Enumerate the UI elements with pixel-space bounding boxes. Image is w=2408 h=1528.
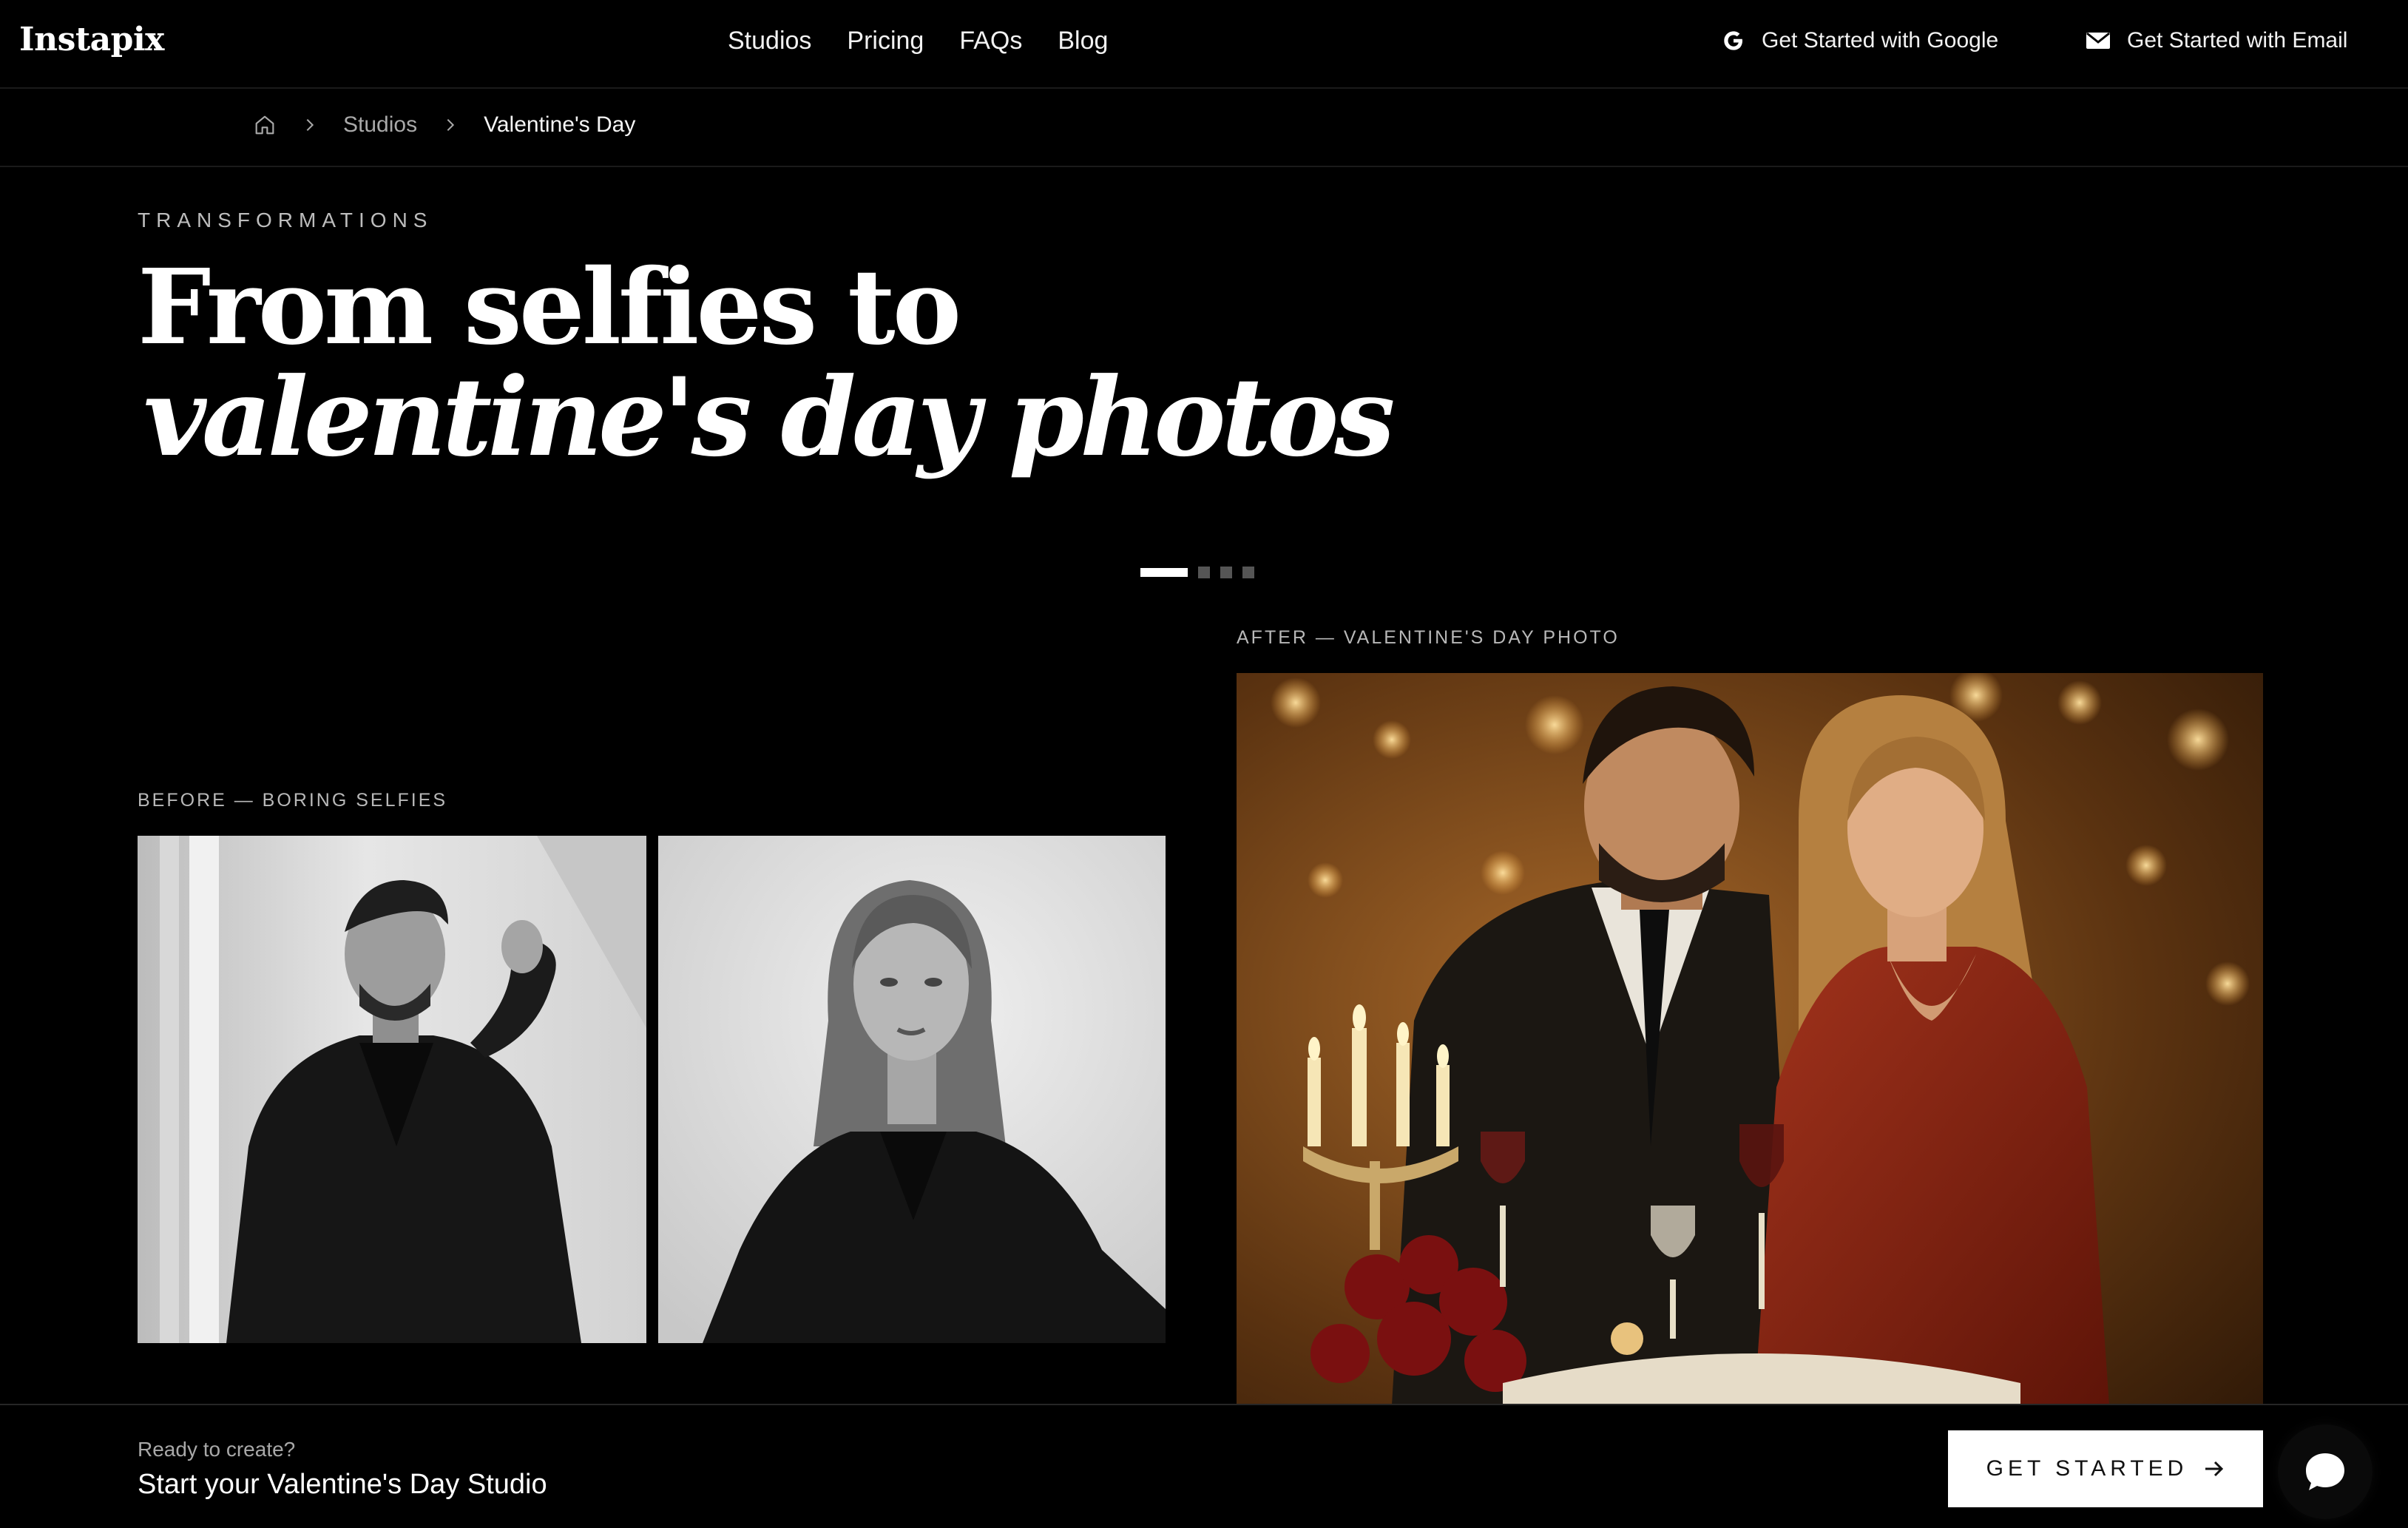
mail-icon: [2086, 32, 2110, 49]
after-photo-couple: [1237, 673, 2263, 1405]
email-cta-label: Get Started with Email: [2127, 28, 2348, 53]
breadcrumb: Studios Valentine's Day: [0, 90, 2408, 167]
brand-logo[interactable]: Instapix: [19, 21, 164, 58]
top-navbar: Instapix Studios Pricing FAQs Blog Get S…: [0, 0, 2408, 89]
hero-heading-line1: From selfies to: [138, 247, 961, 368]
before-photo-man: [138, 836, 646, 1343]
hero-heading: From selfies to valentine's day photos: [138, 247, 1396, 481]
nav-pricing[interactable]: Pricing: [847, 27, 924, 55]
get-started-email-link[interactable]: Get Started with Email: [2086, 28, 2347, 53]
carousel-dot-4[interactable]: [1242, 567, 1254, 578]
before-photo-woman: [658, 836, 1166, 1343]
get-started-button[interactable]: GET STARTED: [1948, 1430, 2263, 1507]
chevron-right-icon: [306, 118, 314, 132]
nav-faqs[interactable]: FAQs: [959, 27, 1022, 55]
chat-button[interactable]: [2278, 1424, 2373, 1519]
arrow-right-icon: [2205, 1461, 2224, 1477]
breadcrumb-current: Valentine's Day: [484, 112, 636, 137]
google-icon: [1724, 31, 1742, 50]
ready-label: Ready to create?: [138, 1438, 296, 1461]
carousel-dot-3[interactable]: [1220, 567, 1232, 578]
nav-blog[interactable]: Blog: [1058, 27, 1108, 55]
carousel-indicators: [1140, 567, 1254, 578]
home-icon[interactable]: [253, 113, 277, 137]
nav-studios[interactable]: Studios: [728, 27, 811, 55]
google-cta-label: Get Started with Google: [1762, 28, 1999, 53]
main-nav: Studios Pricing FAQs Blog: [728, 27, 1108, 55]
get-started-label: GET STARTED: [1986, 1456, 2188, 1481]
section-eyebrow: TRANSFORMATIONS: [138, 209, 433, 231]
breadcrumb-studios[interactable]: Studios: [343, 112, 417, 138]
studio-cta-text: Start your Valentine's Day Studio: [138, 1469, 547, 1500]
chat-bubble-icon: [2306, 1453, 2344, 1490]
chevron-right-icon: [447, 118, 455, 132]
carousel-dot-1[interactable]: [1140, 568, 1188, 577]
hero-heading-line2: valentine's day photos: [143, 354, 1396, 481]
carousel-dot-2[interactable]: [1198, 567, 1210, 578]
get-started-google-link[interactable]: Get Started with Google: [1722, 28, 1998, 53]
after-caption: AFTER — VALENTINE'S DAY PHOTO: [1237, 627, 1620, 648]
sticky-cta-bar: Ready to create? Start your Valentine's …: [0, 1404, 2408, 1528]
before-caption: BEFORE — BORING SELFIES: [138, 790, 448, 811]
